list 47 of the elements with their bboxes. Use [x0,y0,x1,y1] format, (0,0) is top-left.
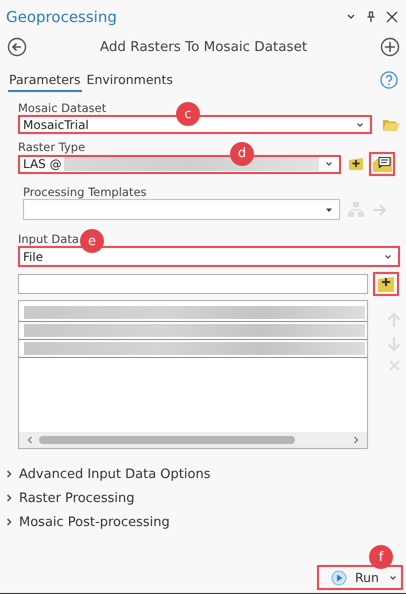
callout-badge: e [80,229,104,253]
chevron-right-icon [5,494,13,502]
tab[interactable]: Parameters [8,72,82,92]
chevron-down-icon [325,161,333,167]
remove-icon [388,360,400,371]
chevron-right-icon [5,470,13,478]
move-down-icon [387,336,401,352]
blurred-list-row[interactable] [19,340,367,358]
chevron-down-icon[interactable] [346,13,356,21]
play-icon [331,570,347,586]
input-data-dropdown[interactable]: File [18,246,400,267]
chevron-down-icon [384,254,392,260]
run-button[interactable]: Run [317,565,403,590]
field-label: Input Data [18,232,79,246]
pane-title: Geoprocessing [6,8,117,26]
input-path-field[interactable] [18,274,368,294]
move-up-icon [387,312,401,328]
section-header[interactable]: Mosaic Post-processing [5,513,170,531]
pin-icon[interactable] [366,11,376,23]
scroll-right-icon[interactable] [353,436,359,444]
add-icon[interactable] [380,37,400,57]
callout-badge: d [230,142,254,166]
close-icon[interactable] [386,11,398,23]
arrow-right-icon [372,202,388,216]
chevron-down-icon [356,122,364,128]
scroll-left-icon[interactable] [27,436,33,444]
field-label: Raster Type [18,140,86,154]
field-label: Mosaic Dataset [18,101,106,115]
caret-down-icon [325,206,333,212]
blurred-list-row[interactable] [19,322,367,340]
callout-badge: c [176,102,200,126]
horizontal-scrollbar[interactable] [19,432,367,448]
blurred-list-row[interactable] [19,304,367,322]
tab[interactable]: Environments [86,72,174,92]
add-folder-icon[interactable] [375,274,397,294]
add-raster-type-icon[interactable] [348,156,364,172]
back-icon[interactable] [7,37,27,57]
tool-title: Add Rasters To Mosaic Dataset [100,39,308,55]
section-header[interactable]: Raster Processing [5,489,134,507]
chevron-right-icon [5,518,13,526]
field-label: Processing Templates [23,185,147,199]
section-header[interactable]: Advanced Input Data Options [5,465,210,483]
callout-badge: f [369,545,393,569]
chevron-down-icon [389,574,397,580]
template-tree-icon [347,200,365,218]
properties-icon[interactable] [371,154,393,174]
help-icon[interactable] [380,71,398,89]
